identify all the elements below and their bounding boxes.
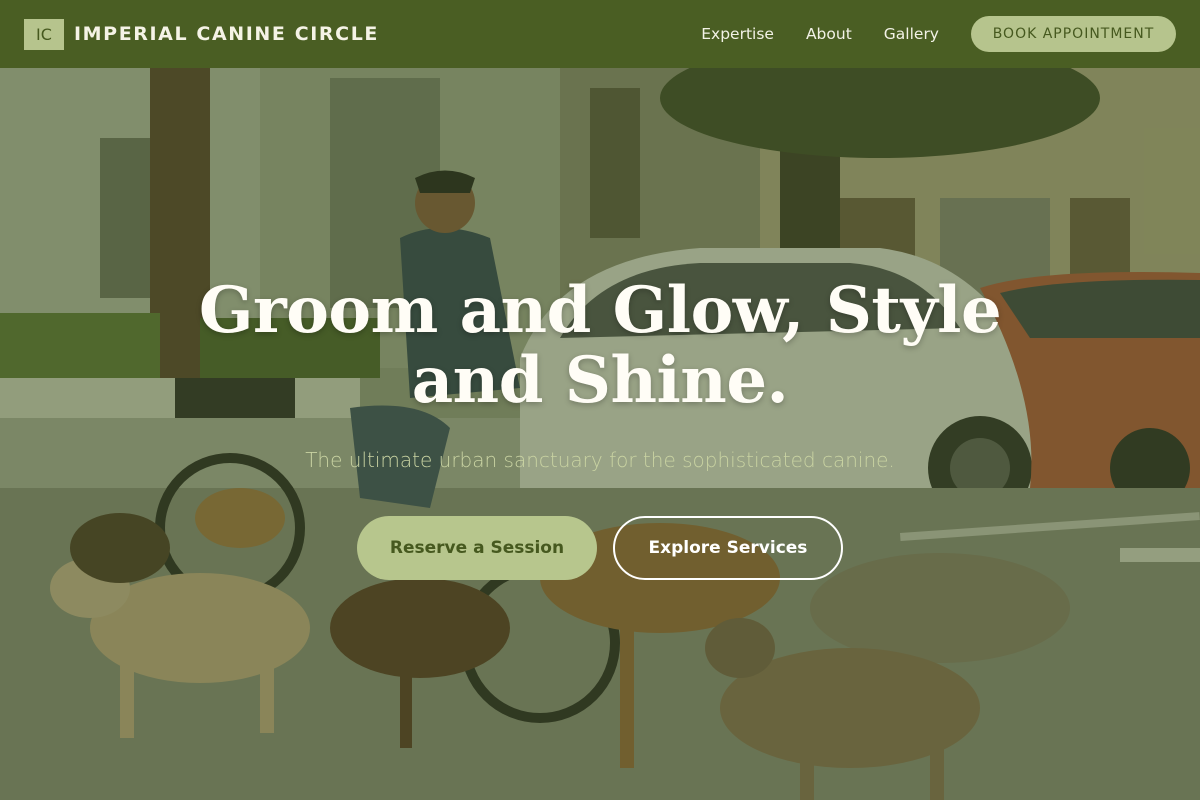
- hero-headline-line-1: Groom and Glow, Style: [198, 273, 1002, 348]
- reserve-session-button[interactable]: Reserve a Session: [357, 516, 597, 580]
- hero-subheadline: The ultimate urban sanctuary for the sop…: [305, 448, 895, 472]
- explore-services-button[interactable]: Explore Services: [613, 516, 843, 580]
- nav-link-about[interactable]: About: [806, 25, 852, 43]
- nav-links: Expertise About Gallery BOOK APPOINTMENT: [701, 16, 1176, 52]
- brand-logo[interactable]: IC IMPERIAL CANINE CIRCLE: [24, 18, 379, 50]
- logo-initials: IC: [24, 18, 64, 50]
- nav-link-expertise[interactable]: Expertise: [701, 25, 774, 43]
- hero-headline-line-2: and Shine.: [411, 343, 789, 418]
- hero-content: Groom and Glow, Style and Shine. The ult…: [0, 68, 1200, 800]
- hero-section: Groom and Glow, Style and Shine. The ult…: [0, 68, 1200, 800]
- brand-name: IMPERIAL CANINE CIRCLE: [74, 23, 379, 45]
- top-navigation: IC IMPERIAL CANINE CIRCLE Expertise Abou…: [0, 0, 1200, 68]
- nav-link-gallery[interactable]: Gallery: [884, 25, 939, 43]
- hero-headline: Groom and Glow, Style and Shine.: [150, 276, 1050, 416]
- book-appointment-button[interactable]: BOOK APPOINTMENT: [971, 16, 1176, 52]
